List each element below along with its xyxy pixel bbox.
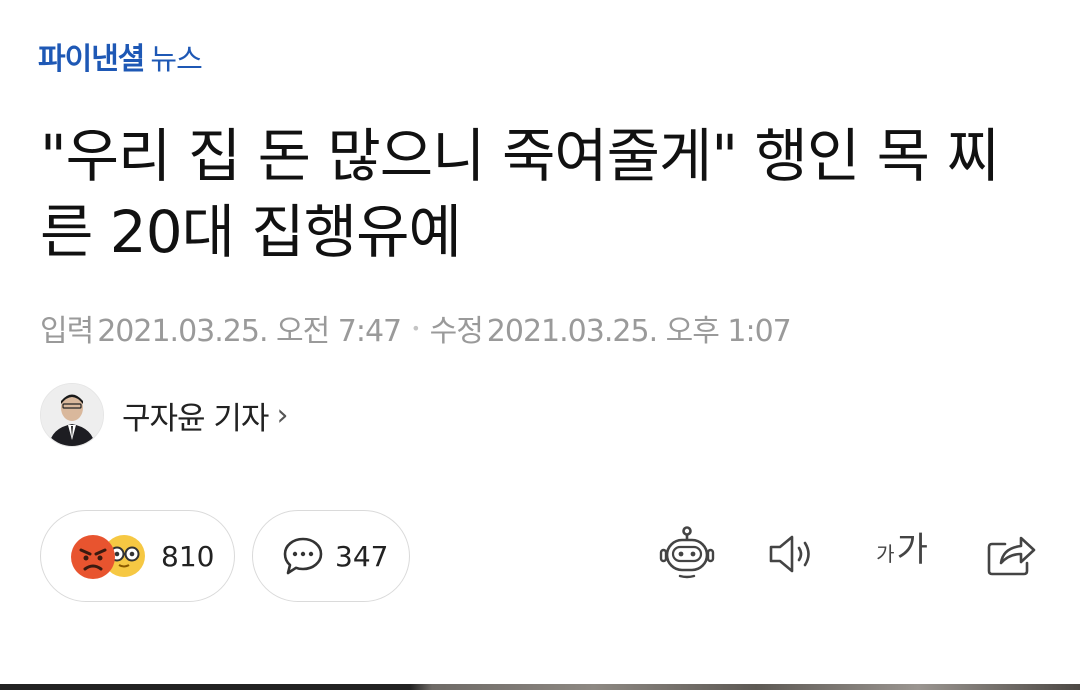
update-label: 수정	[429, 314, 484, 349]
reaction-button[interactable]: 810	[40, 510, 235, 602]
speaker-icon	[769, 535, 810, 573]
author-avatar	[40, 383, 104, 447]
share-icon	[987, 536, 1036, 576]
summary-bot-button[interactable]	[656, 522, 718, 586]
audio-read-button[interactable]	[766, 522, 820, 586]
author-link[interactable]: 구자윤 기자 ›	[40, 383, 288, 447]
logo-brand-main: 파이낸셜	[38, 42, 145, 77]
reaction-count: 810	[161, 539, 215, 573]
font-size-big-label: 가	[896, 530, 928, 570]
angry-face-icon	[71, 535, 115, 579]
article-headline: "우리 집 돈 많으니 죽여줄게" 행인 목 찌른 20대 집행유예	[40, 122, 1000, 266]
font-size-button[interactable]: 가 가	[872, 522, 932, 586]
article-photo	[0, 684, 1080, 690]
logo-brand-sub: 뉴스	[150, 42, 202, 76]
input-label: 입력	[40, 314, 94, 349]
update-time: 2021.03.25. 오후 1:07	[486, 314, 792, 349]
comment-count: 347	[335, 539, 389, 573]
article-timestamps: 입력 2021.03.25. 오전 7:47 • 수정 2021.03.25. …	[40, 306, 792, 350]
site-logo[interactable]: 파이낸셜 뉴스	[38, 34, 203, 77]
meta-separator: •	[411, 318, 420, 338]
reaction-emojis	[69, 531, 151, 581]
author-name: 구자윤 기자	[122, 400, 269, 437]
chevron-right-icon: ›	[276, 397, 289, 433]
comment-button[interactable]: 347	[252, 510, 410, 602]
robot-icon	[659, 526, 715, 579]
font-size-small-label: 가	[876, 542, 895, 566]
input-time: 2021.03.25. 오전 7:47	[97, 314, 402, 349]
avatar-photo-icon	[41, 384, 103, 446]
comment-bubble-icon	[283, 537, 323, 575]
share-button[interactable]	[984, 522, 1038, 586]
